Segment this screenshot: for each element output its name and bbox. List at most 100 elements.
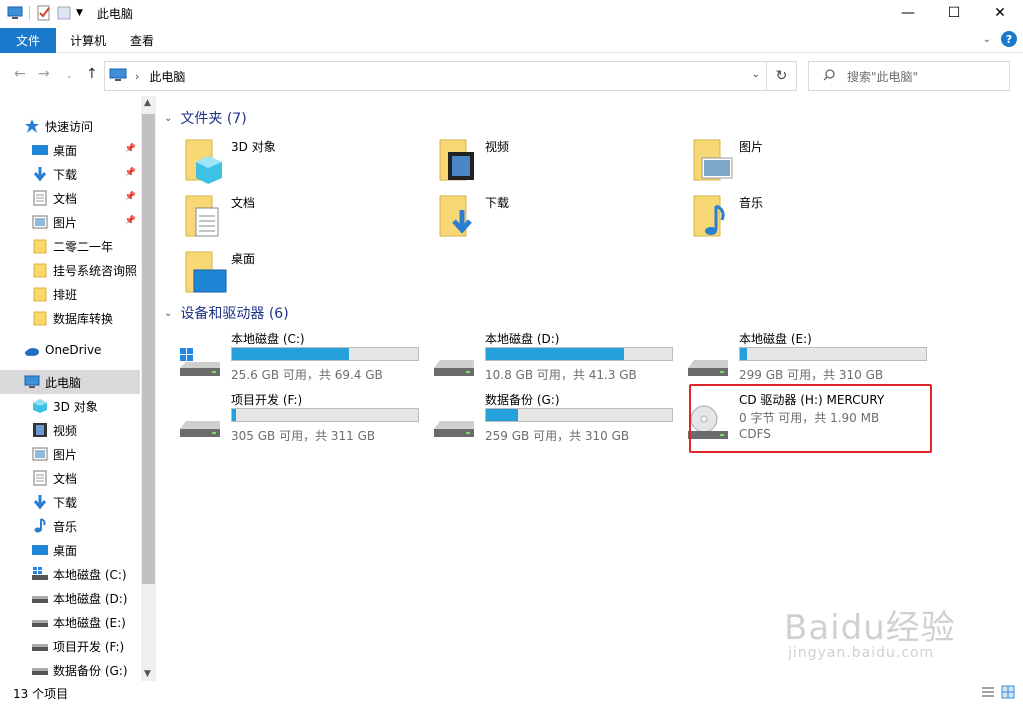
sidebar-item-drive-c[interactable]: 本地磁盘 (C:) [32, 562, 140, 586]
tab-computer[interactable]: 计算机 [58, 28, 118, 53]
sidebar-item-this-pc[interactable]: 此电脑 [0, 370, 140, 394]
folder-item-downloads[interactable]: 下载 [414, 192, 654, 246]
forward-arrow-icon[interactable]: → [38, 66, 50, 82]
desktop-folder-icon [184, 250, 228, 296]
refresh-icon[interactable]: ↻ [766, 62, 796, 90]
back-arrow-icon[interactable]: ← [14, 66, 26, 82]
collapse-chevron-icon[interactable]: ⌄ [164, 308, 172, 319]
sidebar-item-desktop-pinned[interactable]: 桌面 📌 [32, 138, 140, 162]
folder-label: 音乐 [739, 196, 764, 210]
watermark: Baidu经验 jingyan.baidu.com [784, 600, 956, 661]
sidebar-item-folder[interactable]: 排班 [32, 282, 140, 306]
sidebar-item-documents[interactable]: 文档 [32, 466, 140, 490]
sidebar-item-quick-access[interactable]: 快速访问 [24, 114, 140, 138]
sidebar-item-pictures-pinned[interactable]: 图片 📌 [32, 210, 140, 234]
folder-icon [32, 286, 48, 302]
customize-toolbar-chevron-icon[interactable]: ▼ [76, 8, 83, 18]
folder-item-videos[interactable]: 视频 [414, 136, 654, 190]
toolbar-divider [29, 6, 30, 20]
scrollbar-thumb[interactable] [142, 114, 155, 584]
address-dropdown-chevron-icon[interactable]: ⌄ [752, 69, 760, 80]
drive-icon [32, 590, 48, 606]
drive-item-d[interactable]: 本地磁盘 (D:) 10.8 GB 可用，共 41.3 GB [414, 330, 673, 390]
drive-item-g[interactable]: 数据备份 (G:) 259 GB 可用，共 310 GB [414, 391, 673, 451]
sidebar-item-drive-e[interactable]: 本地磁盘 (E:) [32, 610, 140, 634]
sidebar-item-label: 项目开发 (F:) [53, 639, 125, 654]
sidebar-item-folder[interactable]: 挂号系统咨询照 [32, 258, 140, 282]
sidebar-item-folder[interactable]: 数据库转换 [32, 306, 140, 330]
folder-item-desktop[interactable]: 桌面 [160, 248, 400, 302]
computer-icon[interactable] [7, 5, 23, 21]
sidebar-item-desktop[interactable]: 桌面 [32, 538, 140, 562]
sidebar-item-music[interactable]: 音乐 [32, 514, 140, 538]
sidebar-item-label: OneDrive [45, 343, 102, 357]
up-arrow-icon[interactable]: ↑ [86, 66, 98, 82]
picture-icon [32, 446, 48, 462]
sidebar-item-label: 文档 [53, 471, 78, 486]
drive-icon [686, 344, 730, 380]
document-icon [32, 470, 48, 486]
sidebar-item-label: 本地磁盘 (E:) [53, 615, 126, 630]
folder-item-documents[interactable]: 文档 [160, 192, 400, 246]
sidebar-item-onedrive[interactable]: OneDrive [24, 338, 140, 362]
title-bar: ▼ 此电脑 — ☐ ✕ [0, 0, 1023, 26]
sidebar-item-videos[interactable]: 视频 [32, 418, 140, 442]
usage-bar-fill [740, 348, 747, 360]
folder-item-pictures[interactable]: 图片 [668, 136, 908, 190]
ribbon-right-controls: ⌄ ? [983, 31, 1017, 47]
scroll-up-icon[interactable]: ▲ [144, 98, 151, 108]
drive-icon [432, 344, 476, 380]
scroll-down-icon[interactable]: ▼ [144, 669, 151, 679]
sidebar-item-documents-pinned[interactable]: 文档 📌 [32, 186, 140, 210]
new-folder-icon[interactable] [56, 5, 72, 21]
tiles-view-icon[interactable] [1001, 685, 1015, 699]
tab-file[interactable]: 文件 [0, 27, 56, 53]
sidebar-item-3d-objects[interactable]: 3D 对象 [32, 394, 140, 418]
sidebar-item-drive-g[interactable]: 数据备份 (G:) [32, 658, 140, 682]
pin-icon: 📌 [124, 192, 136, 202]
breadcrumb-chevron-icon[interactable]: › [135, 70, 139, 83]
pin-icon: 📌 [124, 216, 136, 226]
sidebar-item-folder[interactable]: 二零二一年 [32, 234, 140, 258]
address-bar[interactable]: › 此电脑 ⌄ ↻ [104, 61, 797, 91]
breadcrumb[interactable]: 此电脑 [149, 68, 185, 85]
watermark-url: jingyan.baidu.com [788, 645, 935, 661]
computer-icon [109, 68, 127, 85]
search-input[interactable]: 搜索"此电脑" [808, 61, 1010, 91]
usage-bar-fill [486, 348, 624, 360]
drive-size: 10.8 GB 可用，共 41.3 GB [485, 368, 637, 382]
recent-locations-chevron-icon[interactable]: ⌄ [66, 71, 73, 80]
sidebar-item-drive-d[interactable]: 本地磁盘 (D:) [32, 586, 140, 610]
help-icon[interactable]: ? [1001, 31, 1017, 47]
close-icon[interactable]: ✕ [977, 0, 1023, 26]
maximize-icon[interactable]: ☐ [931, 0, 977, 26]
minimize-icon[interactable]: — [885, 0, 931, 26]
sidebar-item-downloads[interactable]: 下载 [32, 490, 140, 514]
drives-group-header[interactable]: ⌄ 设备和驱动器 (6) [164, 303, 289, 323]
folder-item-3d-objects[interactable]: 3D 对象 [160, 136, 400, 190]
folders-group-header[interactable]: ⌄ 文件夹 (7) [164, 108, 247, 128]
sidebar-item-drive-f[interactable]: 项目开发 (F:) [32, 634, 140, 658]
folder-item-music[interactable]: 音乐 [668, 192, 908, 246]
properties-icon[interactable] [36, 5, 52, 21]
status-bar: 13 个项目 [0, 681, 1023, 705]
document-icon [32, 190, 48, 206]
sidebar-item-pictures[interactable]: 图片 [32, 442, 140, 466]
collapse-chevron-icon[interactable]: ⌄ [164, 113, 172, 124]
drive-label: 本地磁盘 (C:) [231, 332, 305, 346]
usage-bar [231, 347, 419, 361]
sidebar-item-downloads-pinned[interactable]: 下载 📌 [32, 162, 140, 186]
star-icon [24, 118, 40, 134]
drive-item-f[interactable]: 项目开发 (F:) 305 GB 可用，共 311 GB [160, 391, 419, 451]
expand-ribbon-chevron-icon[interactable]: ⌄ [983, 34, 991, 45]
sidebar-item-label: 下载 [53, 167, 78, 182]
tab-view[interactable]: 查看 [118, 28, 166, 53]
3d-objects-folder-icon [184, 138, 228, 184]
quick-access-toolbar: ▼ [0, 5, 83, 21]
3d-objects-icon [32, 398, 48, 414]
drive-item-c[interactable]: 本地磁盘 (C:) 25.6 GB 可用，共 69.4 GB [160, 330, 419, 390]
window-controls: — ☐ ✕ [885, 0, 1023, 26]
details-view-icon[interactable] [981, 685, 995, 699]
sidebar-scrollbar[interactable]: ▲ ▼ [141, 96, 156, 681]
drive-item-e[interactable]: 本地磁盘 (E:) 299 GB 可用，共 310 GB [668, 330, 927, 390]
